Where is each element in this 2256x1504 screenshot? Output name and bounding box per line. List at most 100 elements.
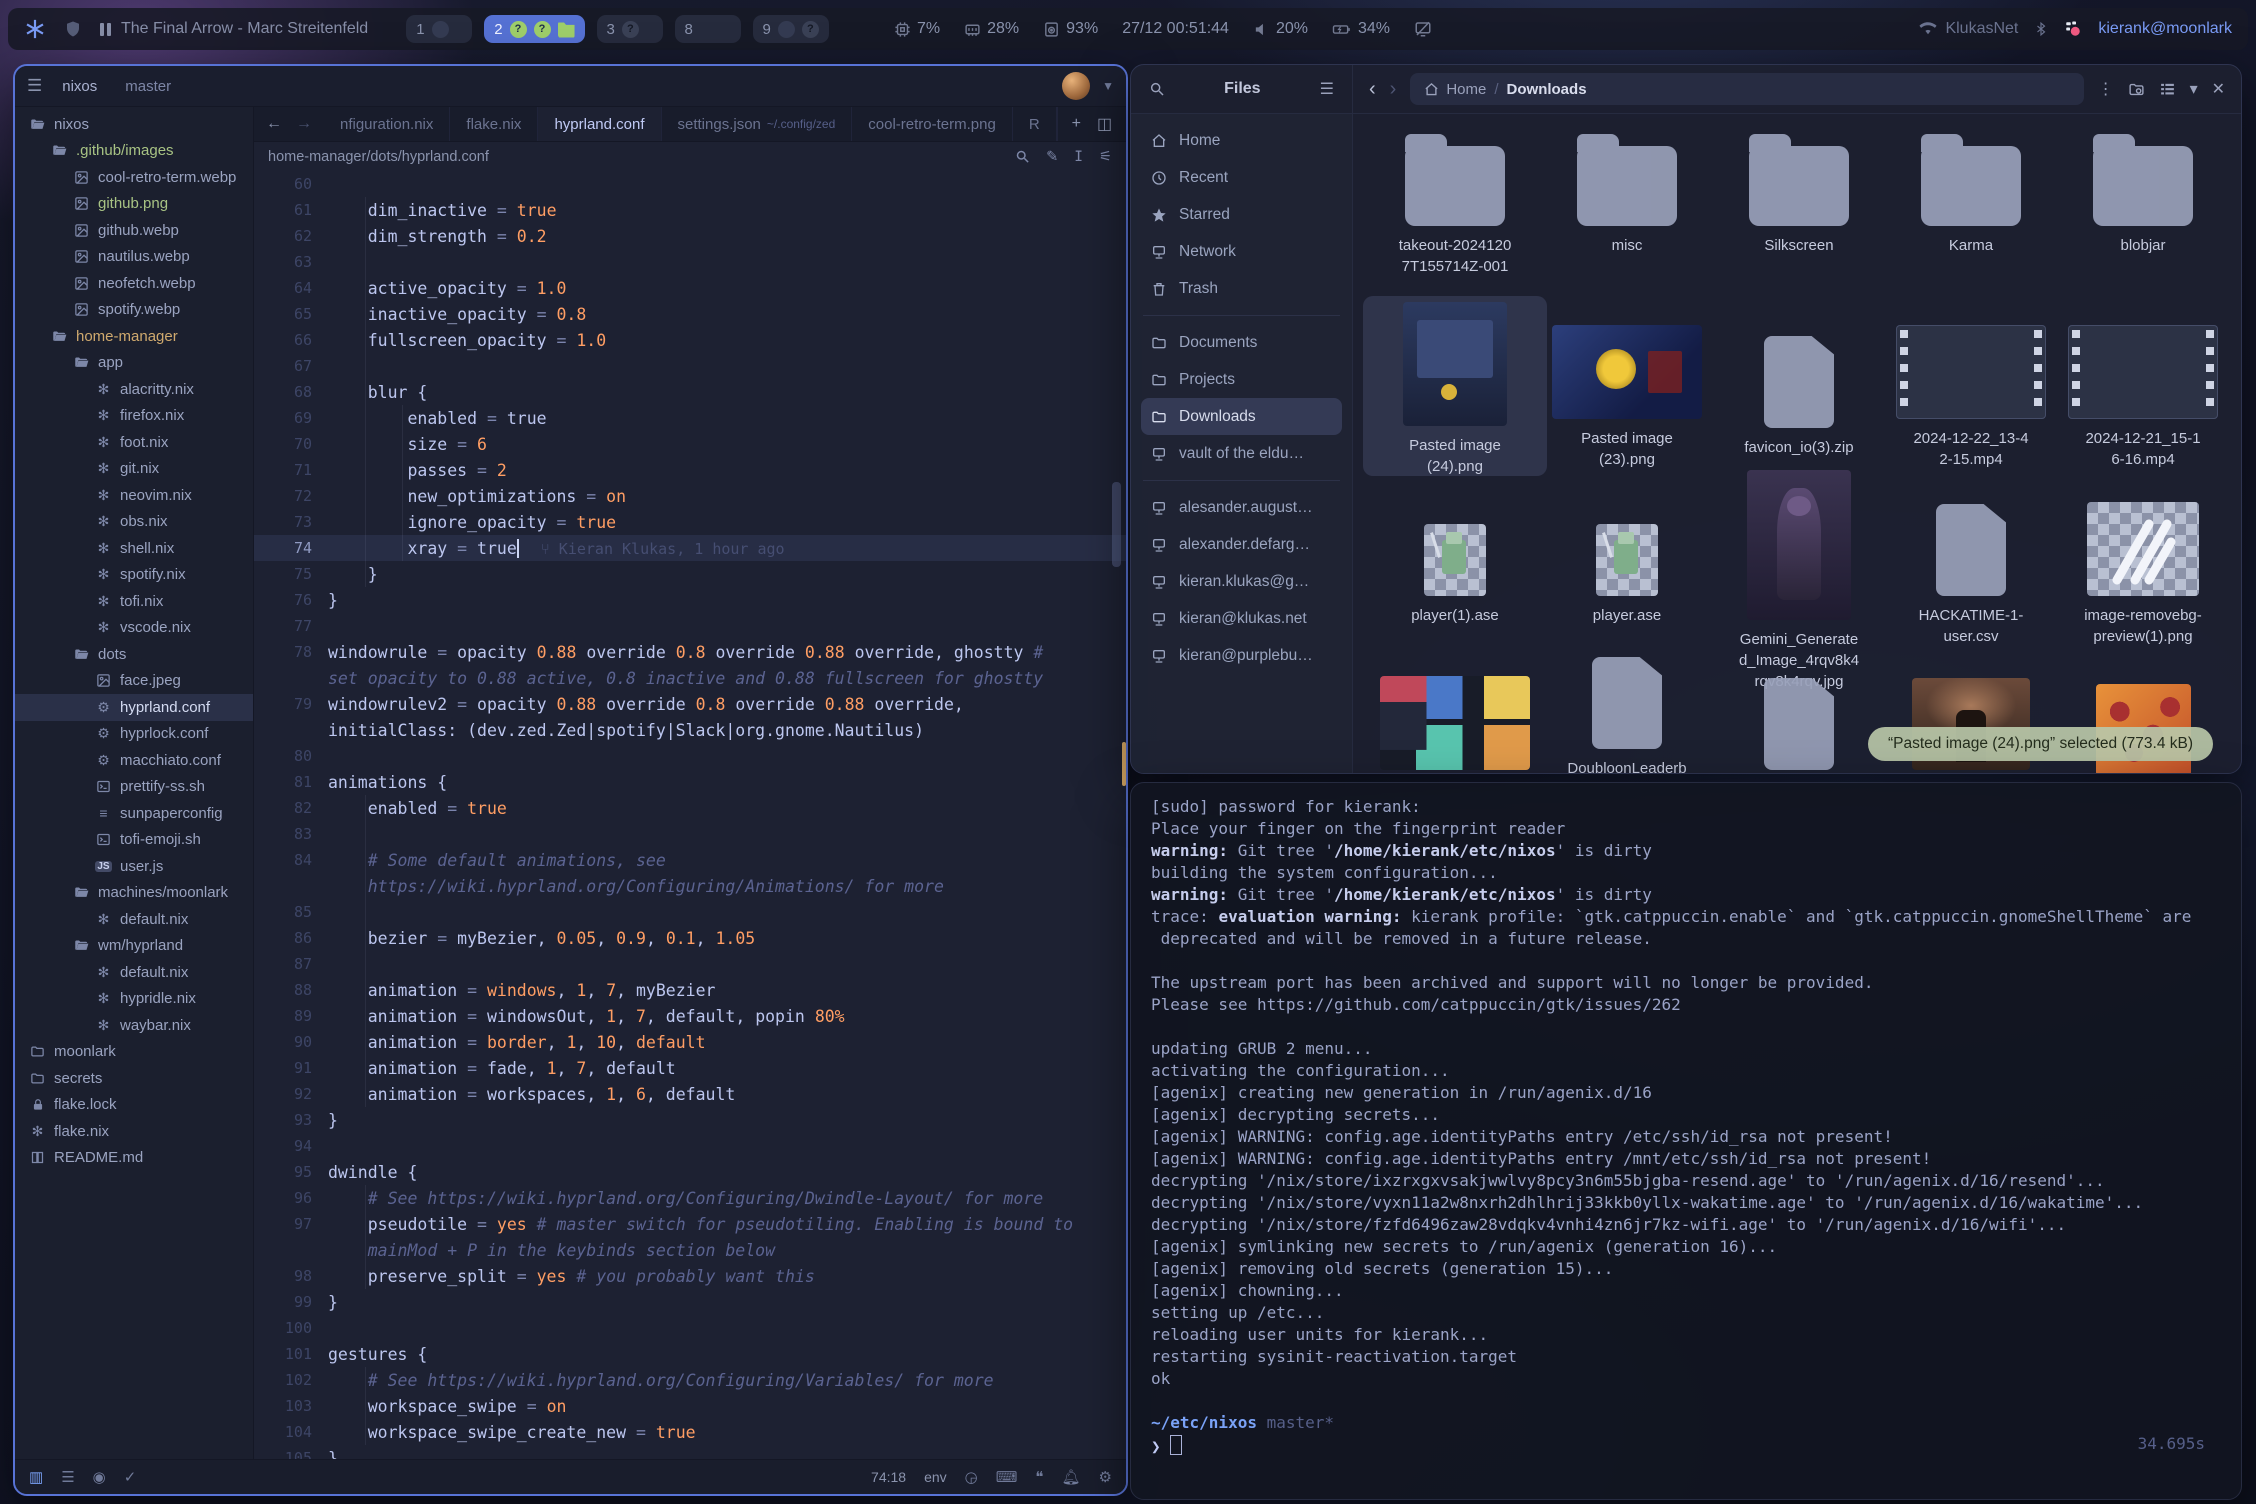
clock-module[interactable]: 27/12 00:51:44 bbox=[1122, 20, 1229, 38]
tree-item-.github/images[interactable]: .github/images bbox=[15, 138, 253, 165]
nav-back-icon[interactable]: ← bbox=[266, 115, 282, 133]
workspace-button-3[interactable]: 3? bbox=[597, 15, 663, 43]
list-view-icon[interactable] bbox=[2159, 81, 2176, 98]
nixos-logo-icon[interactable] bbox=[24, 18, 46, 40]
sidebar-item-Trash[interactable]: Trash bbox=[1141, 270, 1342, 307]
tree-item-vscode.nix[interactable]: ✻vscode.nix bbox=[15, 615, 253, 642]
tree-item-default.nix[interactable]: ✻default.nix bbox=[15, 959, 253, 986]
tab-hyprland.conf[interactable]: hyprland.conf bbox=[538, 107, 661, 141]
tree-item-sunpaperconfig[interactable]: ≡sunpaperconfig bbox=[15, 800, 253, 827]
file-item-Pasted image(24).png[interactable]: Pasted image(24).png bbox=[1363, 296, 1547, 476]
tree-item-cool-retro-term.webp[interactable]: cool-retro-term.webp bbox=[15, 164, 253, 191]
path-bar[interactable]: Home / Downloads bbox=[1410, 73, 2083, 105]
project-panel-toggle-icon[interactable]: ▥ bbox=[29, 1468, 43, 1486]
tab-nfiguration.nix[interactable]: nfiguration.nix bbox=[324, 107, 450, 141]
file-item-favicon_io(3).zip[interactable]: favicon_io(3).zip bbox=[1713, 302, 1885, 470]
file-item-blobjar[interactable]: blobjar bbox=[2057, 130, 2229, 302]
diagnostics-check-icon[interactable]: ✓ bbox=[124, 1468, 137, 1486]
file-item-Silkscreen[interactable]: Silkscreen bbox=[1713, 130, 1885, 302]
tree-item-firefox.nix[interactable]: ✻firefox.nix bbox=[15, 403, 253, 430]
notification-bell-icon[interactable]: 🔔︎ bbox=[1062, 1468, 1081, 1486]
tab-settings.json[interactable]: settings.json~/.config/zed bbox=[662, 107, 853, 141]
tab-flake.nix[interactable]: flake.nix bbox=[450, 107, 538, 141]
sidebar-item-Home[interactable]: Home bbox=[1141, 122, 1342, 159]
kebab-menu-icon[interactable]: ⋮ bbox=[2098, 79, 2114, 99]
tree-item-macchiato.conf[interactable]: ⚙macchiato.conf bbox=[15, 747, 253, 774]
tree-item-nautilus.webp[interactable]: nautilus.webp bbox=[15, 244, 253, 271]
tree-item-waybar.nix[interactable]: ✻waybar.nix bbox=[15, 1012, 253, 1039]
code-editor[interactable]: 6061 dim_inactive = true62 dim_strength … bbox=[254, 171, 1126, 1459]
sidebar-item-Recent[interactable]: Recent bbox=[1141, 159, 1342, 196]
tree-item-flake.nix[interactable]: ✻flake.nix bbox=[15, 1118, 253, 1145]
sidebar-item-kieran-purplebu-[interactable]: kieran@purplebu… bbox=[1141, 637, 1342, 674]
tree-item-default.nix[interactable]: ✻default.nix bbox=[15, 906, 253, 933]
file-item-player(1).ase[interactable]: player(1).ase bbox=[1369, 470, 1541, 650]
bluetooth-icon[interactable] bbox=[2034, 20, 2048, 38]
file-item-Gemini_Generated_Image_4rqv8k4rqv8k4rqv.jpg[interactable]: Gemini_Generated_Image_4rqv8k4rqv8k4rqv.… bbox=[1713, 470, 1885, 650]
collab-panel-toggle-icon[interactable]: ◉ bbox=[93, 1468, 106, 1486]
tree-item-flake.lock[interactable]: flake.lock bbox=[15, 1092, 253, 1119]
tree-item-neofetch.webp[interactable]: neofetch.webp bbox=[15, 270, 253, 297]
tree-item-alacritty.nix[interactable]: ✻alacritty.nix bbox=[15, 376, 253, 403]
workspace-button-2[interactable]: 2?? bbox=[484, 15, 584, 43]
sidebar-item-Network[interactable]: Network bbox=[1141, 233, 1342, 270]
tree-item-tofi-emoji.sh[interactable]: tofi-emoji.sh bbox=[15, 827, 253, 854]
split-pane-icon[interactable]: ◫ bbox=[1097, 114, 1112, 134]
file-item-misc[interactable]: misc bbox=[1541, 130, 1713, 302]
tree-item-home-manager[interactable]: home-manager bbox=[15, 323, 253, 350]
tree-item-hyprlock.conf[interactable]: ⚙hyprlock.conf bbox=[15, 721, 253, 748]
nav-forward-icon[interactable]: → bbox=[296, 115, 312, 133]
network-module[interactable]: KlukasNet bbox=[1919, 20, 2018, 38]
new-tab-button[interactable]: + bbox=[1072, 115, 1081, 133]
workspace-button-1[interactable]: 1 bbox=[406, 15, 472, 43]
tree-item-shell.nix[interactable]: ✻shell.nix bbox=[15, 535, 253, 562]
sidebar-item-alexander-defarg-[interactable]: alexander.defarg… bbox=[1141, 526, 1342, 563]
shield-icon[interactable] bbox=[64, 20, 82, 38]
tree-item-git.nix[interactable]: ✻git.nix bbox=[15, 456, 253, 483]
sidebar-item-alesander-august-[interactable]: alesander.august… bbox=[1141, 489, 1342, 526]
sidebar-item-vault-of-the-eldu-[interactable]: vault of the eldu… bbox=[1141, 435, 1342, 472]
workspace-button-8[interactable]: 8 bbox=[675, 15, 741, 43]
file-item-Karma[interactable]: Karma bbox=[1885, 130, 2057, 302]
hamburger-menu-icon[interactable]: ☰ bbox=[1320, 79, 1334, 99]
file-item-takeout-20241207T155714Z-001[interactable]: takeout-20241207T155714Z-001 bbox=[1369, 130, 1541, 302]
file-item-player.ase[interactable]: player.ase bbox=[1541, 470, 1713, 650]
folder-actions-icon[interactable] bbox=[2128, 81, 2145, 98]
tree-item-dots[interactable]: dots bbox=[15, 641, 253, 668]
avatar[interactable] bbox=[1062, 72, 1090, 100]
close-icon[interactable]: ✕ bbox=[2212, 79, 2225, 99]
terminal-panel-icon[interactable]: ⌨ bbox=[996, 1468, 1018, 1486]
file-item-2024-12-21_15-16-16.mp4[interactable]: 2024-12-21_15-16-16.mp4 bbox=[2057, 302, 2229, 470]
tree-item-wm/hyprland[interactable]: wm/hyprland bbox=[15, 933, 253, 960]
media-player-module[interactable]: The Final Arrow - Marc Streitenfeld bbox=[100, 20, 368, 38]
cursor-position[interactable]: 74:18 bbox=[871, 1469, 906, 1485]
menu-icon[interactable]: ☰ bbox=[27, 76, 42, 96]
user-module[interactable]: kierank@moonlark bbox=[2098, 20, 2232, 38]
chevron-down-icon[interactable]: ▼ bbox=[1102, 79, 1114, 93]
editor-scrollbar[interactable] bbox=[1112, 482, 1121, 567]
git-branch[interactable]: master bbox=[117, 75, 179, 98]
file-item-ca.crt[interactable]: ca.crt bbox=[1713, 650, 1885, 774]
sidebar-item-kieran-klukas-net[interactable]: kieran@klukas.net bbox=[1141, 600, 1342, 637]
tree-item-hypridle.nix[interactable]: ✻hypridle.nix bbox=[15, 986, 253, 1013]
tab-R[interactable]: R bbox=[1013, 107, 1057, 141]
sidebar-item-Documents[interactable]: Documents bbox=[1141, 324, 1342, 361]
view-options-chevron-icon[interactable]: ▾ bbox=[2190, 79, 2198, 99]
file-item-image-removebg-preview(1).png[interactable]: image-removebg-preview(1).png bbox=[2057, 470, 2229, 650]
settings-icon[interactable]: ⚙ bbox=[1099, 1468, 1112, 1486]
terminal-window[interactable]: [sudo] password for kierank:Place your f… bbox=[1130, 782, 2242, 1500]
tree-item-hyprland.conf[interactable]: ⚙hyprland.conf bbox=[15, 694, 253, 721]
env-indicator[interactable]: env bbox=[924, 1469, 947, 1485]
tree-item-user.js[interactable]: JSuser.js bbox=[15, 853, 253, 880]
search-icon[interactable] bbox=[1015, 149, 1030, 165]
search-icon[interactable] bbox=[1149, 81, 1165, 97]
tree-item-spotify.webp[interactable]: spotify.webp bbox=[15, 297, 253, 324]
sidebar-item-Projects[interactable]: Projects bbox=[1141, 361, 1342, 398]
tree-item-github.webp[interactable]: github.webp bbox=[15, 217, 253, 244]
file-item-wrapped.png[interactable]: wrapped.png bbox=[1369, 650, 1541, 774]
sidebar-item-Downloads[interactable]: Downloads bbox=[1141, 398, 1342, 435]
tree-item-moonlark[interactable]: moonlark bbox=[15, 1039, 253, 1066]
file-item-Pasted image(23).png[interactable]: Pasted image(23).png bbox=[1541, 302, 1713, 470]
file-item-HACKATIME-1-user.csv[interactable]: HACKATIME-1-user.csv bbox=[1885, 470, 2057, 650]
inline-assist-icon[interactable]: ✎ bbox=[1046, 149, 1058, 165]
